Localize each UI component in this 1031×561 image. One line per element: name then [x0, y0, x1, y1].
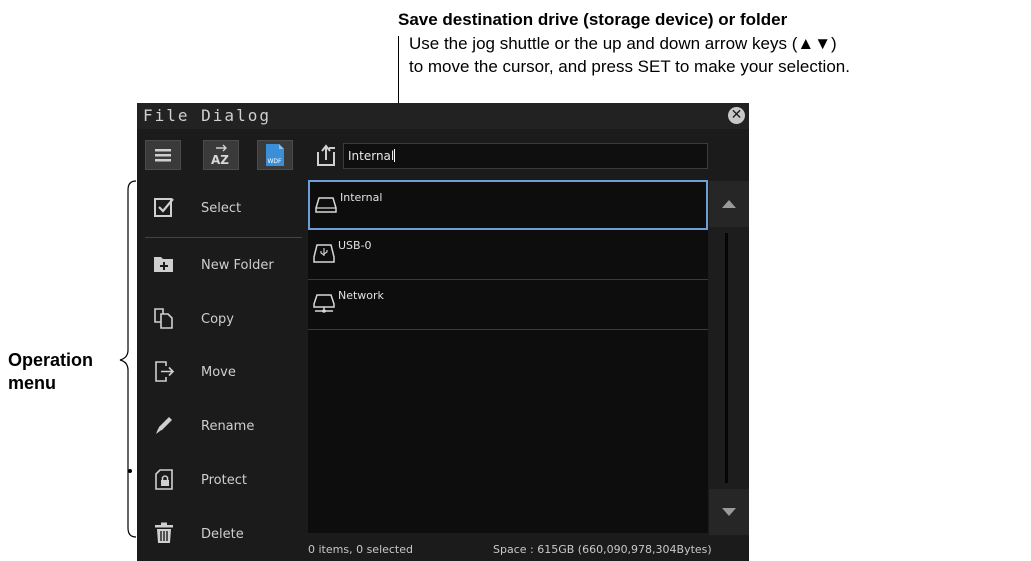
menu-item-copy[interactable]: Copy: [137, 292, 305, 346]
network-drive-icon: [313, 294, 335, 313]
menu-item-delete[interactable]: Delete: [137, 507, 305, 561]
drive-name: Internal: [340, 191, 383, 204]
list-item-network[interactable]: Network: [308, 280, 708, 330]
trash-icon: [155, 522, 173, 543]
dialog-title: File Dialog: [143, 106, 271, 125]
status-bar: 0 items, 0 selected Space : 615GB (660,0…: [308, 533, 749, 561]
sort-az-icon: AZ: [211, 144, 229, 167]
scroll-down-button[interactable]: [709, 489, 749, 535]
operation-menu: Select New Folder Copy Move Rename Prote…: [137, 181, 305, 561]
new-folder-icon: [154, 257, 173, 272]
file-type-wdf-icon: WDF: [266, 144, 284, 166]
menu-item-new-folder[interactable]: New Folder: [137, 238, 305, 292]
pencil-icon: [156, 417, 172, 434]
triangle-down-icon: [722, 508, 736, 516]
menu-item-move[interactable]: Move: [137, 345, 305, 399]
scroll-up-button[interactable]: [709, 181, 749, 227]
destination-callout-line-2: to move the cursor, and press SET to mak…: [409, 57, 850, 76]
operation-menu-callout: Operation menu: [8, 349, 93, 395]
scrollbar-thumb[interactable]: [725, 233, 728, 483]
path-input-value: Internal: [348, 149, 395, 163]
free-space: Space : 615GB (660,090,978,304Bytes): [493, 543, 712, 556]
close-icon[interactable]: ✕: [728, 107, 745, 124]
menu-item-protect[interactable]: Protect: [137, 453, 305, 507]
internal-drive-icon: [315, 197, 337, 213]
menu-item-label: New Folder: [201, 258, 274, 273]
destination-callout-line-1: Use the jog shuttle or the up and down a…: [409, 34, 837, 53]
menu-item-label: Copy: [201, 312, 234, 327]
copy-icon: [154, 308, 173, 329]
item-count: 0 items, 0 selected: [308, 543, 413, 556]
operation-callout-line-1: Operation: [8, 350, 94, 370]
file-list: Internal USB-0 Network: [308, 180, 708, 533]
menu-item-select[interactable]: Select: [137, 181, 305, 238]
list-item-usb[interactable]: USB-0: [308, 230, 708, 280]
operation-menu-brace: [119, 180, 137, 538]
menu-item-rename[interactable]: Rename: [137, 399, 305, 453]
path-input[interactable]: Internal: [343, 143, 708, 169]
lock-icon: [155, 469, 173, 490]
operation-callout-line-2: menu: [8, 373, 57, 393]
list-view-button[interactable]: [145, 140, 181, 170]
usb-drive-icon: [313, 244, 335, 263]
triangle-up-icon: [722, 200, 736, 208]
list-item-internal[interactable]: Internal: [308, 180, 708, 230]
text-caret: [394, 149, 396, 162]
menu-item-label: Delete: [201, 527, 244, 542]
scrollbar-track[interactable]: [709, 227, 749, 489]
folder-up-icon[interactable]: [315, 143, 337, 167]
checkbox-icon: [154, 198, 174, 217]
sort-az-text: AZ: [211, 153, 229, 167]
menu-item-label: Rename: [201, 419, 255, 434]
file-type-button[interactable]: WDF: [257, 140, 293, 170]
sort-button[interactable]: AZ: [203, 140, 239, 170]
menu-item-label: Protect: [201, 473, 247, 488]
list-view-icon: [155, 149, 171, 162]
file-dialog: File Dialog ✕ AZ WDF Internal Select New…: [137, 103, 749, 561]
menu-item-label: Move: [201, 365, 236, 380]
move-icon: [155, 361, 175, 382]
drive-name: Network: [338, 289, 384, 302]
drive-name: USB-0: [338, 239, 372, 252]
destination-callout-title: Save destination drive (storage device) …: [398, 10, 788, 29]
dialog-titlebar: File Dialog ✕: [137, 103, 749, 129]
file-type-wdf-text: WDF: [268, 158, 283, 165]
menu-item-label: Select: [201, 201, 242, 216]
